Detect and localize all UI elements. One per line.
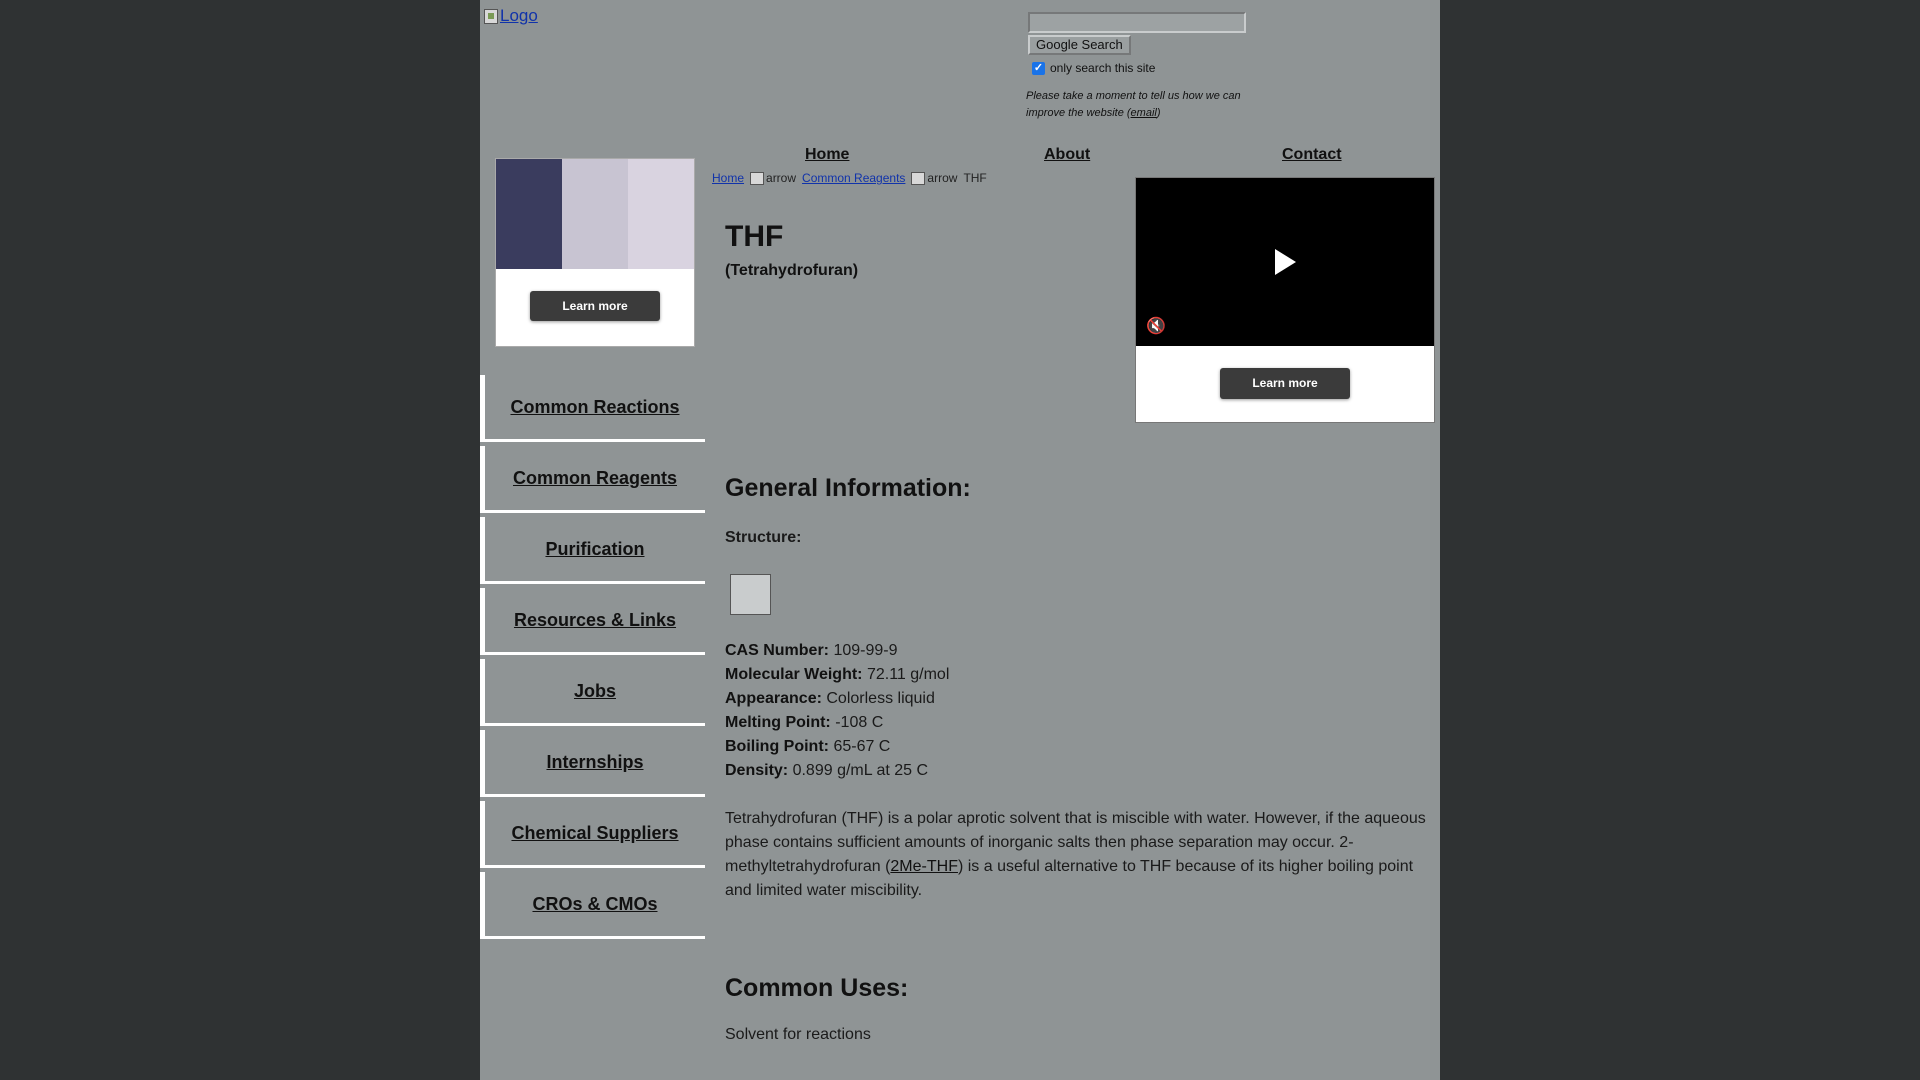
breadcrumb: Home arrow Common Reagents arrow THF — [712, 171, 987, 185]
broken-image-icon — [911, 171, 926, 185]
ad-image-panel — [562, 159, 628, 269]
property-density: Density: 0.899 g/mL at 25 C — [725, 762, 929, 779]
sidebar-item-label[interactable]: Resources & Links — [514, 610, 676, 631]
video-player[interactable]: 🔇 — [1136, 178, 1434, 346]
structure-image — [730, 574, 771, 615]
ad-image-panel — [628, 159, 694, 269]
description-paragraph: Tetrahydrofuran (THF) is a polar aprotic… — [725, 810, 1426, 899]
general-info-heading: General Information: — [725, 474, 971, 502]
properties-list: CAS Number: 109-99-9 Molecular Weight: 7… — [725, 639, 949, 783]
nav-contact[interactable]: Contact — [1282, 146, 1342, 164]
search-input[interactable] — [1028, 12, 1246, 33]
site-only-label: only search this site — [1050, 61, 1156, 75]
sidebar-item-label[interactable]: Common Reactions — [510, 397, 679, 418]
sidebar-nav: Common Reactions Common Reagents Purific… — [480, 375, 705, 943]
site-search-option[interactable]: ✓ only search this site — [1032, 61, 1155, 75]
sidebar-item-cros-cmos[interactable]: CROs & CMOs — [480, 872, 705, 939]
play-icon[interactable] — [1275, 249, 1296, 275]
common-uses-heading: Common Uses: — [725, 974, 909, 1002]
nav-about[interactable]: About — [1044, 146, 1090, 164]
sidebar-item-label[interactable]: Purification — [545, 539, 644, 560]
google-search-button[interactable]: Google Search — [1028, 35, 1131, 55]
nav-home[interactable]: Home — [805, 146, 849, 164]
structure-label: Structure: — [725, 529, 802, 546]
sidebar-item-label[interactable]: Internships — [546, 752, 643, 773]
broken-image-icon — [484, 8, 498, 24]
breadcrumb-arrow: arrow — [750, 171, 796, 185]
sidebar-item-jobs[interactable]: Jobs — [480, 659, 705, 726]
site-only-checkbox[interactable]: ✓ — [1032, 61, 1045, 75]
2me-thf-link[interactable]: 2Me-THF — [890, 858, 958, 875]
page-container: Logo Google Search ✓ only search this si… — [480, 0, 1440, 1080]
property-molecular-weight: Molecular Weight: 72.11 g/mol — [725, 666, 950, 683]
property-cas: CAS Number: 109-99-9 — [725, 642, 898, 659]
video-ad[interactable]: 🔇 Learn more — [1135, 177, 1435, 423]
sidebar-item-label[interactable]: Chemical Suppliers — [511, 823, 678, 844]
sidebar-item-resources-links[interactable]: Resources & Links — [480, 588, 705, 655]
left-ad[interactable]: Learn more — [495, 158, 695, 347]
page-title: THF — [725, 220, 784, 253]
muted-speaker-icon[interactable]: 🔇 — [1146, 316, 1166, 336]
arrow-alt-text: arrow — [927, 171, 958, 185]
learn-more-button[interactable]: Learn more — [1220, 368, 1350, 399]
sidebar-item-common-reactions[interactable]: Common Reactions — [480, 375, 705, 442]
broken-image-icon — [750, 171, 765, 185]
logo-alt-text: Logo — [500, 6, 538, 25]
sidebar-item-internships[interactable]: Internships — [480, 730, 705, 797]
breadcrumb-common-reagents[interactable]: Common Reagents — [802, 171, 905, 185]
property-boiling-point: Boiling Point: 65-67 C — [725, 738, 891, 755]
ad-image-panel — [496, 159, 562, 269]
page-subtitle: (Tetrahydrofuran) — [725, 262, 859, 279]
breadcrumb-current: THF — [963, 171, 987, 185]
logo-link[interactable]: Logo — [484, 6, 538, 26]
common-uses-text: Solvent for reactions — [725, 1026, 871, 1043]
sidebar-item-label[interactable]: Jobs — [574, 681, 616, 702]
property-melting-point: Melting Point: -108 C — [725, 714, 884, 731]
sidebar-item-purification[interactable]: Purification — [480, 517, 705, 584]
arrow-alt-text: arrow — [766, 171, 797, 185]
feedback-text-end: ) — [1156, 107, 1161, 119]
property-appearance: Appearance: Colorless liquid — [725, 690, 935, 707]
sidebar-item-label[interactable]: CROs & CMOs — [532, 894, 657, 915]
sidebar-item-common-reagents[interactable]: Common Reagents — [480, 446, 705, 513]
breadcrumb-home[interactable]: Home — [712, 171, 744, 185]
sidebar-item-chemical-suppliers[interactable]: Chemical Suppliers — [480, 801, 705, 868]
sidebar-item-label[interactable]: Common Reagents — [513, 468, 677, 489]
learn-more-button[interactable]: Learn more — [530, 291, 660, 321]
feedback-email-link[interactable]: email — [1131, 107, 1157, 119]
breadcrumb-arrow: arrow — [911, 171, 957, 185]
feedback-note: Please take a moment to tell us how we c… — [1026, 88, 1266, 122]
ad-image[interactable] — [496, 159, 694, 269]
